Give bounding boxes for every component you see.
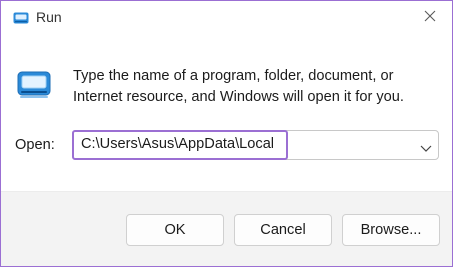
open-combobox[interactable]: C:\Users\Asus\AppData\Local bbox=[72, 130, 439, 160]
chevron-down-icon[interactable] bbox=[420, 140, 432, 152]
close-icon bbox=[424, 9, 436, 27]
open-input[interactable]: C:\Users\Asus\AppData\Local bbox=[72, 130, 288, 160]
browse-button[interactable]: Browse... bbox=[342, 214, 440, 246]
button-bar: OK Cancel Browse... bbox=[1, 191, 452, 266]
dialog-description: Type the name of a program, folder, docu… bbox=[73, 68, 404, 105]
open-label: Open: bbox=[15, 137, 55, 153]
close-button[interactable] bbox=[410, 1, 450, 35]
ok-button[interactable]: OK bbox=[126, 214, 224, 246]
run-dialog: Run Type the name of a program, folder, … bbox=[0, 0, 453, 267]
window-title: Run bbox=[36, 9, 62, 25]
cancel-button[interactable]: Cancel bbox=[234, 214, 332, 246]
title-bar: Run bbox=[1, 1, 452, 35]
run-app-icon bbox=[17, 71, 51, 99]
run-app-icon bbox=[13, 11, 29, 24]
